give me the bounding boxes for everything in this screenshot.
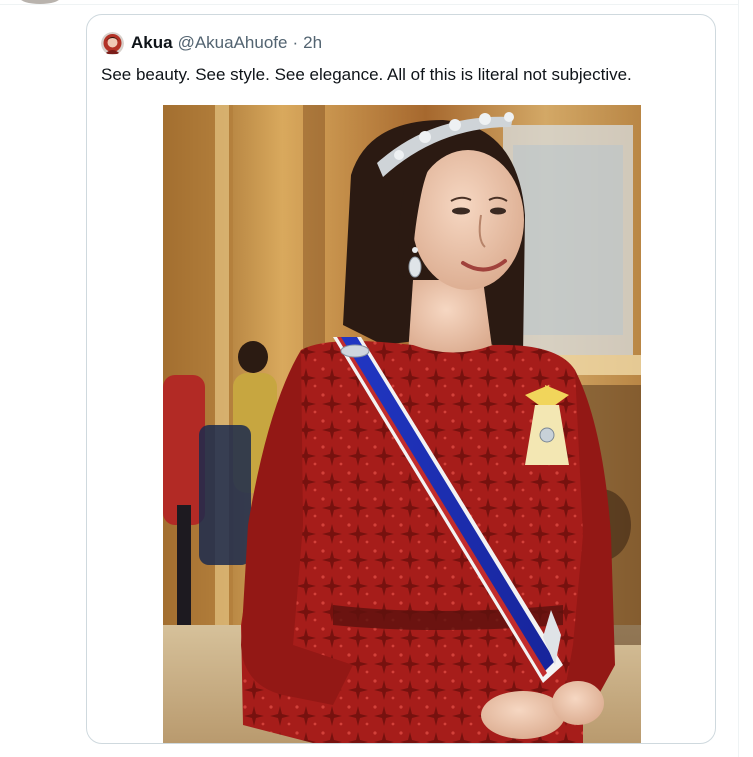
author-handle[interactable]: @AkuaAhuofe (178, 33, 288, 53)
tweet-photo[interactable] (163, 105, 641, 743)
quoted-tweet-card[interactable]: Akua @AkuaAhuofe · 2h See beauty. See st… (86, 14, 716, 744)
timestamp[interactable]: 2h (303, 33, 322, 53)
avatar-photo-icon[interactable] (101, 31, 124, 55)
timeline-border (738, 0, 739, 757)
quoted-tweet-header: Akua @AkuaAhuofe · 2h (101, 31, 322, 55)
header-separator: · (292, 33, 299, 52)
timeline-page: Akua @AkuaAhuofe · 2h See beauty. See st… (0, 0, 753, 757)
quoted-tweet-text: See beauty. See style. See elegance. All… (101, 65, 632, 84)
photo-image-icon (163, 105, 641, 743)
author-display-name[interactable]: Akua (131, 33, 173, 53)
top-divider (0, 4, 738, 5)
